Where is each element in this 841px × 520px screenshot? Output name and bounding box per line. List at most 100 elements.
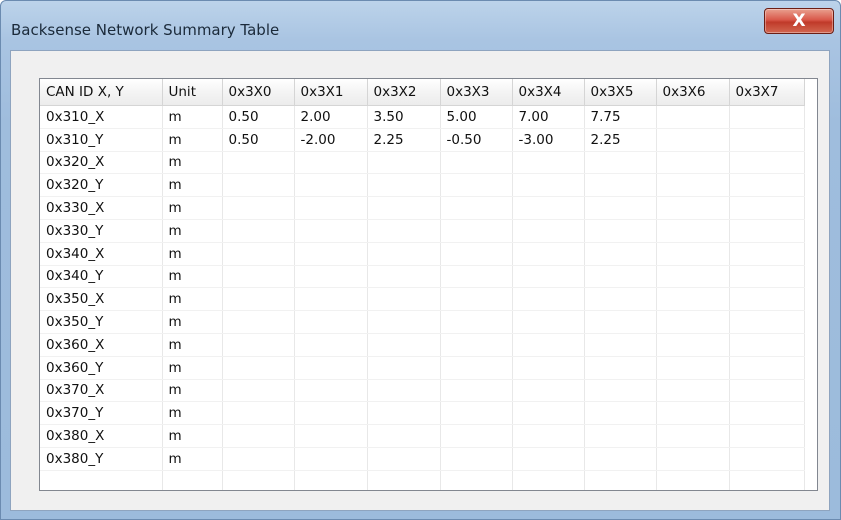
table-cell [222, 265, 295, 289]
table-cell: 0x350_X [40, 287, 163, 312]
table-cell: 2.00 [294, 105, 368, 129]
table-cell: 5.00 [440, 105, 513, 129]
table-cell: 2.25 [584, 128, 657, 152]
table-cell [367, 287, 441, 312]
table-cell [367, 379, 441, 403]
table-row[interactable]: 0x320_Y m [40, 173, 805, 198]
column-header-6[interactable]: 0x3X4 [512, 79, 585, 106]
table-cell [222, 447, 295, 471]
table-cell: 0.50 [222, 128, 295, 152]
table-row[interactable]: 0x320_X m [40, 151, 805, 175]
table-cell [729, 447, 805, 471]
table-cell: 7.75 [584, 105, 657, 129]
column-header-4[interactable]: 0x3X2 [367, 79, 441, 106]
table-cell: 0x370_X [40, 379, 163, 403]
table-row[interactable]: 0x380_X m [40, 424, 805, 448]
table-row[interactable]: 0x330_Y m [40, 219, 805, 243]
table-cell [584, 356, 657, 380]
table-row[interactable]: 0x360_X m [40, 333, 805, 357]
column-header-0[interactable]: CAN ID X, Y [40, 79, 163, 106]
table-cell [584, 333, 657, 357]
table-cell [367, 401, 441, 426]
table-cell [656, 310, 730, 334]
table-cell [294, 219, 368, 243]
table-cell [294, 151, 368, 175]
table-cell [294, 242, 368, 266]
table-row[interactable]: 0x350_X m [40, 287, 805, 312]
table-cell [729, 105, 805, 129]
table-header-row: CAN ID X, Y Unit 0x3X0 0x3X1 0x3X2 0x3X3 0x3X4… [40, 79, 805, 106]
table-row[interactable]: 0x370_X m [40, 379, 805, 403]
table-row[interactable]: 0x370_Y m [40, 401, 805, 426]
table-cell [367, 333, 441, 357]
column-header-5[interactable]: 0x3X3 [440, 79, 513, 106]
summary-window: Backsense Network Summary Table X CAN ID… [0, 0, 841, 520]
table-cell [656, 447, 730, 471]
close-button[interactable]: X [764, 8, 834, 34]
table-row[interactable]: 0x360_Y m [40, 356, 805, 380]
table-row[interactable]: 0x310_Y m 0.50 -2.00 2.25 -0.50 -3.00 2.25 [40, 128, 805, 152]
table-cell [512, 219, 585, 243]
summary-table-view[interactable]: CAN ID X, Y Unit 0x3X0 0x3X1 0x3X2 0x3X3 0x3X4… [39, 78, 818, 491]
table-cell [656, 265, 730, 289]
table-cell: 3.50 [367, 105, 441, 129]
column-header-9[interactable]: 0x3X7 [729, 79, 805, 106]
table-cell: m [162, 242, 223, 266]
table-cell: 0x310_X [40, 105, 163, 129]
table-cell [367, 265, 441, 289]
table-cell [367, 447, 441, 471]
column-header-3[interactable]: 0x3X1 [294, 79, 368, 106]
table-cell [584, 242, 657, 266]
window-title: Backsense Network Summary Table [11, 21, 280, 39]
table-cell [656, 424, 730, 448]
table-cell [584, 379, 657, 403]
table-row[interactable]: 0x380_Y m [40, 447, 805, 471]
table-cell: m [162, 401, 223, 426]
table-cell: 7.00 [512, 105, 585, 129]
table-cell [512, 356, 585, 380]
table-row[interactable]: 0x350_Y m [40, 310, 805, 334]
table-cell [729, 242, 805, 266]
table-cell [584, 151, 657, 175]
close-icon: X [792, 11, 806, 31]
table-cell [656, 105, 730, 129]
table-cell [729, 151, 805, 175]
table-cell [656, 401, 730, 426]
table-cell [367, 151, 441, 175]
table-cell [294, 424, 368, 448]
table-row[interactable]: 0x340_X m [40, 242, 805, 266]
table-cell [440, 265, 513, 289]
table-cell [729, 379, 805, 403]
table-cell: 0x360_Y [40, 356, 163, 380]
table-row[interactable]: 0x310_X m 0.50 2.00 3.50 5.00 7.00 7.75 [40, 105, 805, 129]
column-header-7[interactable]: 0x3X5 [584, 79, 657, 106]
table-cell: m [162, 424, 223, 448]
table-cell [222, 310, 295, 334]
column-header-1[interactable]: Unit [162, 79, 223, 106]
filler-cell [40, 470, 163, 490]
table-cell [440, 424, 513, 448]
column-header-2[interactable]: 0x3X0 [222, 79, 295, 106]
table-cell: 0x360_X [40, 333, 163, 357]
table-cell: m [162, 333, 223, 357]
title-bar[interactable]: Backsense Network Summary Table X [1, 1, 840, 41]
table-cell [512, 151, 585, 175]
table-cell [656, 379, 730, 403]
table-cell [512, 447, 585, 471]
table-row[interactable]: 0x340_Y m [40, 265, 805, 289]
table-cell: m [162, 379, 223, 403]
table-cell [367, 424, 441, 448]
table-cell [294, 401, 368, 426]
table-cell [584, 287, 657, 312]
filler-cell [512, 470, 585, 490]
column-header-8[interactable]: 0x3X6 [656, 79, 730, 106]
table-cell [440, 151, 513, 175]
table-filler-row [40, 470, 805, 490]
table-cell [512, 287, 585, 312]
table-cell [512, 333, 585, 357]
table-cell [729, 265, 805, 289]
table-cell [656, 151, 730, 175]
table-row[interactable]: 0x330_X m [40, 196, 805, 220]
table-cell [656, 356, 730, 380]
table-cell: m [162, 447, 223, 471]
